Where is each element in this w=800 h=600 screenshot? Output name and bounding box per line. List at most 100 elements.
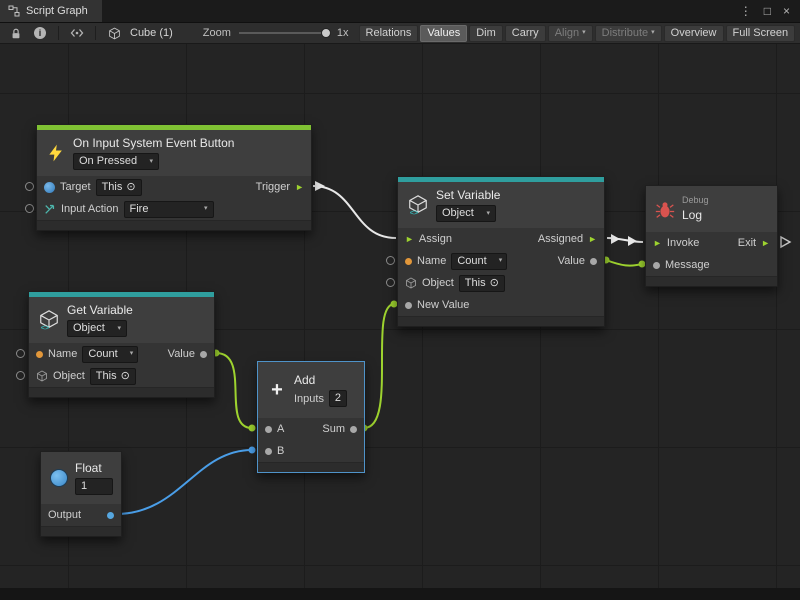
string-port-icon[interactable]: [405, 258, 412, 265]
wire-endpoint-dot: [249, 425, 256, 432]
node-header: <> Get Variable Object ▾: [29, 297, 214, 343]
debug-log-node[interactable]: Debug Log ► Invoke Exit ► Message: [645, 185, 778, 287]
set-variable-node[interactable]: <> Set Variable Object ▾ ► Assign Assign…: [397, 176, 605, 327]
flow-in-port[interactable]: ►: [405, 235, 414, 244]
relations-button[interactable]: Relations: [359, 25, 419, 42]
zoom-fit-icon[interactable]: [67, 24, 87, 42]
wire-getvalue-to-a[interactable]: [216, 353, 252, 428]
graph-input-port[interactable]: [16, 349, 25, 358]
add-node[interactable]: + Add Inputs 2 A Sum B: [257, 361, 365, 473]
object-picker-icon: ⊙: [490, 277, 499, 290]
dropdown-value: Fire: [130, 203, 149, 216]
carry-button[interactable]: Carry: [505, 25, 546, 42]
wire-value-to-message[interactable]: [606, 260, 642, 266]
event-mode-dropdown[interactable]: On Pressed ▾: [73, 153, 159, 170]
lock-icon[interactable]: [6, 24, 26, 42]
graph-input-port[interactable]: [386, 278, 395, 287]
flow-out-port[interactable]: ►: [588, 235, 597, 244]
b-label: B: [277, 445, 284, 457]
inputs-count-field[interactable]: 2: [329, 390, 347, 407]
inspector-info-icon[interactable]: i: [30, 24, 50, 42]
variable-kind-dropdown[interactable]: Object ▾: [436, 205, 496, 222]
cube-glyph: [108, 27, 121, 40]
a-in-port[interactable]: [265, 426, 272, 433]
wire-trigger-to-assign[interactable]: [313, 186, 396, 238]
variable-kind-dropdown[interactable]: Object ▾: [67, 320, 127, 337]
invoke-row: ► Invoke Exit ►: [646, 232, 777, 254]
node-header: + Add Inputs 2: [258, 362, 364, 418]
inputs-label: Inputs: [294, 393, 324, 405]
node-footer: [41, 526, 121, 536]
node-header: <> Set Variable Object ▾: [398, 182, 604, 228]
flow-in-port[interactable]: ►: [653, 239, 662, 248]
b-in-port[interactable]: [265, 448, 272, 455]
target-object-chip[interactable]: This ⊙: [96, 179, 142, 196]
node-header-stack: Float 1: [75, 461, 113, 495]
variable-name-dropdown[interactable]: Count ▾: [451, 253, 507, 270]
toolbar-separator: [58, 26, 59, 40]
wire-float-to-b[interactable]: [116, 450, 252, 514]
flow-out-port[interactable]: ►: [295, 183, 304, 192]
zoom-slider[interactable]: [239, 26, 331, 40]
cube-icon: [104, 24, 124, 42]
align-button[interactable]: Align ▾: [548, 25, 593, 42]
lightning-icon: [46, 143, 66, 163]
new-value-in-port[interactable]: [405, 302, 412, 309]
dim-button[interactable]: Dim: [469, 25, 503, 42]
get-variable-node[interactable]: <> Get Variable Object ▾ Name Count ▾: [28, 291, 215, 398]
assigned-label: Assigned: [538, 233, 583, 245]
fullscreen-button[interactable]: Full Screen: [726, 25, 796, 42]
value-out-port[interactable]: [200, 351, 207, 358]
graph-input-port[interactable]: [386, 256, 395, 265]
window-controls: ⋮ □ ×: [740, 0, 800, 22]
maximize-icon[interactable]: □: [764, 4, 771, 18]
value-out-port[interactable]: [590, 258, 597, 265]
menu-icon[interactable]: ⋮: [740, 4, 752, 18]
chip-value: 2: [335, 392, 341, 405]
float-value-field[interactable]: 1: [75, 478, 113, 495]
float-literal-node[interactable]: Float 1 Output: [40, 451, 122, 537]
graph-input-port[interactable]: [25, 204, 34, 213]
object-row: Object This ⊙: [29, 365, 214, 387]
variable-name-dropdown[interactable]: Count ▾: [82, 346, 138, 363]
node-body: Output: [41, 504, 121, 526]
output-label: Output: [48, 509, 81, 521]
node-title: Log: [682, 208, 702, 222]
script-graph-icon: [8, 5, 20, 17]
wire-sum-to-newvalue[interactable]: [364, 304, 394, 428]
string-port-icon[interactable]: [36, 351, 43, 358]
exit-label: Exit: [738, 237, 756, 249]
object-target-chip[interactable]: This ⊙: [90, 368, 136, 385]
graph-input-port[interactable]: [25, 182, 34, 191]
sum-out-port[interactable]: [350, 426, 357, 433]
graph-target[interactable]: Cube (1): [130, 27, 173, 39]
values-button[interactable]: Values: [420, 25, 467, 42]
wire-assigned-to-invoke[interactable]: [607, 238, 643, 242]
flow-out-port[interactable]: ►: [761, 239, 770, 248]
input-action-icon: [44, 203, 56, 215]
lock-icon-glyph: [10, 27, 22, 40]
overview-button[interactable]: Overview: [664, 25, 724, 42]
graph-canvas[interactable]: On Input System Event Button On Pressed …: [0, 44, 800, 600]
exit-stub-arrow-icon[interactable]: [781, 237, 790, 247]
zoom-slider-knob[interactable]: [321, 28, 331, 38]
distribute-button[interactable]: Distribute ▾: [595, 25, 662, 42]
sum-label: Sum: [322, 423, 345, 435]
chip-value: This: [96, 370, 117, 383]
dropdown-value: Count: [457, 255, 486, 268]
svg-text:<>: <>: [410, 208, 419, 216]
tab-script-graph[interactable]: Script Graph: [0, 0, 102, 22]
input-action-dropdown[interactable]: Fire ▾: [124, 201, 214, 218]
close-icon[interactable]: ×: [783, 4, 790, 18]
object-row: Object This ⊙: [398, 272, 604, 294]
dropdown-value: Object: [442, 207, 474, 220]
output-row: Output: [41, 504, 121, 526]
on-input-system-event-node[interactable]: On Input System Event Button On Pressed …: [36, 124, 312, 231]
object-target-chip[interactable]: This ⊙: [459, 275, 505, 292]
assign-label: Assign: [419, 233, 452, 245]
output-port[interactable]: [107, 512, 114, 519]
message-in-port[interactable]: [653, 262, 660, 269]
graph-input-port[interactable]: [16, 371, 25, 380]
dropdown-value: Count: [88, 348, 117, 361]
overview-label: Overview: [671, 27, 717, 39]
